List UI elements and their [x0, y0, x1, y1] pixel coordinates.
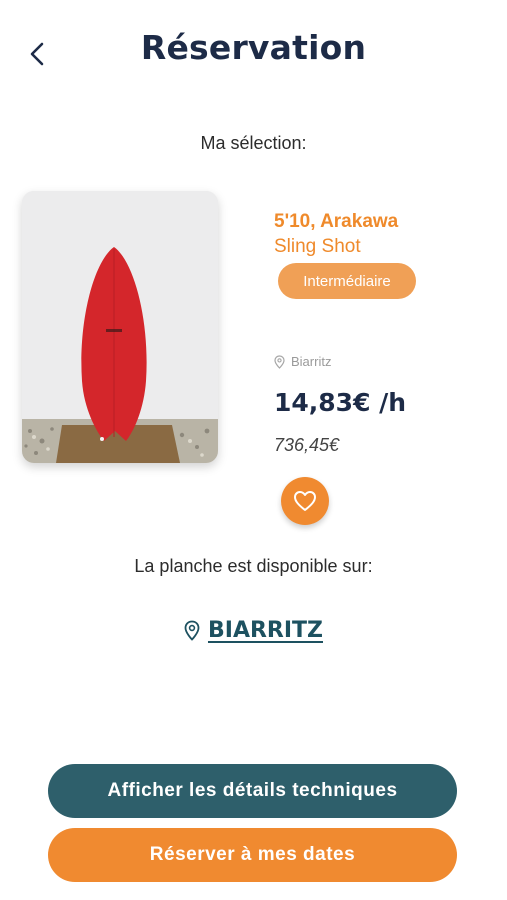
page-title: Réservation: [140, 28, 367, 67]
total-price: 736,45€: [274, 435, 340, 455]
availability-label: La planche est disponible sur:: [134, 556, 373, 576]
technical-details-button[interactable]: Afficher les détails techniques: [48, 764, 457, 818]
board-name: 5'10, Arakawa: [274, 211, 399, 232]
price-per-hour: 14,83€ /h: [274, 388, 407, 417]
board-photo[interactable]: [22, 191, 218, 463]
spot-name: BIARRITZ: [207, 618, 323, 643]
selection-label: Ma sélection:: [200, 133, 307, 153]
spot-link[interactable]: BIARRITZ: [0, 618, 507, 643]
board-location: Biarritz: [274, 354, 331, 369]
location-text: Biarritz: [291, 354, 332, 369]
favorite-button[interactable]: [281, 477, 329, 525]
book-dates-button[interactable]: Réserver à mes dates: [48, 828, 457, 882]
map-pin-icon: [274, 354, 285, 369]
level-badge: Intermédiaire: [278, 263, 416, 299]
board-model: Sling Shot: [274, 236, 361, 257]
heart-icon: [294, 491, 316, 511]
map-pin-icon: [184, 620, 200, 641]
